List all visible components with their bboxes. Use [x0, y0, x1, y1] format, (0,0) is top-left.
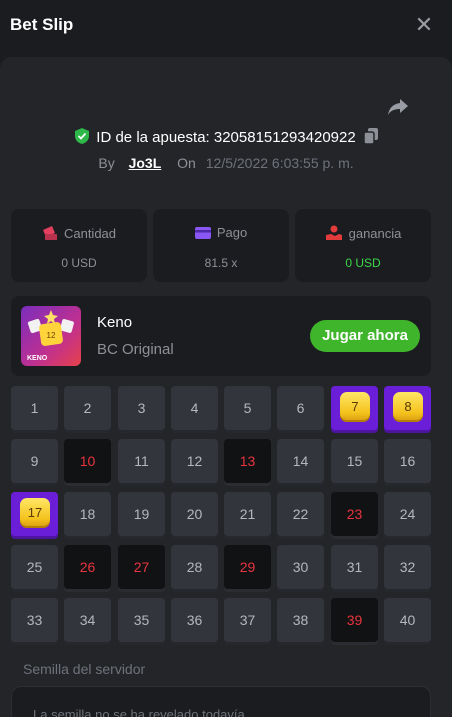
keno-cell[interactable]: 34 [64, 598, 111, 642]
keno-cell-miss[interactable]: 13 [224, 439, 271, 483]
keno-cell[interactable]: 11 [118, 439, 165, 483]
stat-payout-label-row: Pago [153, 225, 289, 240]
keno-cell-hit[interactable]: 7 [331, 386, 378, 430]
keno-cell[interactable]: 16 [384, 439, 431, 483]
keno-cell[interactable]: 22 [277, 492, 324, 536]
keno-cell[interactable]: 4 [171, 386, 218, 430]
shield-check-icon [75, 128, 90, 144]
stat-profit: ganancia 0 USD [295, 209, 431, 282]
keno-cell[interactable]: 25 [11, 545, 58, 589]
keno-cell[interactable]: 6 [277, 386, 324, 430]
bet-byline: By Jo3L On 12/5/2022 6:03:55 p. m. [0, 155, 452, 171]
keno-cell-miss[interactable]: 26 [64, 545, 111, 589]
keno-cell[interactable]: 14 [277, 439, 324, 483]
keno-cell[interactable]: 12 [171, 439, 218, 483]
keno-cell-miss[interactable]: 27 [118, 545, 165, 589]
keno-cell[interactable]: 24 [384, 492, 431, 536]
keno-cell[interactable]: 1 [11, 386, 58, 430]
username-link[interactable]: Jo3L [129, 155, 162, 171]
keno-cell[interactable]: 36 [171, 598, 218, 642]
bet-timestamp: 12/5/2022 6:03:55 p. m. [205, 155, 354, 171]
keno-cell[interactable]: 15 [331, 439, 378, 483]
keno-cell[interactable]: 40 [384, 598, 431, 642]
keno-cell[interactable]: 20 [171, 492, 218, 536]
game-name: Keno [97, 314, 133, 331]
stat-amount-label-row: Cantidad [11, 225, 147, 241]
keno-gem: 7 [340, 392, 370, 422]
play-now-button[interactable]: Jugar ahora [310, 320, 420, 352]
keno-thumbnail: 12 KENO [21, 306, 81, 366]
keno-cell[interactable]: 30 [277, 545, 324, 589]
game-provider: BC Original [97, 341, 174, 358]
close-icon[interactable]: ✕ [414, 14, 434, 36]
bet-id-row: ID de la apuesta: 32058151293420922 [0, 128, 452, 146]
by-label: By [98, 155, 115, 171]
stat-payout-label: Pago [216, 225, 248, 240]
bet-stats: Cantidad 0 USD Pago 81.5 x ganancia 0 US… [11, 209, 431, 282]
keno-cell[interactable]: 28 [171, 545, 218, 589]
keno-cell[interactable]: 5 [224, 386, 271, 430]
stat-profit-label-row: ganancia [295, 225, 431, 241]
stat-profit-label: ganancia [348, 226, 402, 241]
keno-cell[interactable]: 38 [277, 598, 324, 642]
stat-payout: Pago 81.5 x [153, 209, 289, 282]
server-seed-value: La semilla no se ha revelado todavía [33, 707, 245, 717]
stat-amount-label: Cantidad [63, 226, 117, 241]
server-seed-label: Semilla del servidor [23, 661, 146, 677]
keno-cell[interactable]: 9 [11, 439, 58, 483]
copy-icon[interactable] [363, 128, 378, 144]
keno-logo-icon: 12 KENO [27, 310, 74, 362]
keno-board: 1 2 3 4 5 6 7 8 9 10 11 12 13 14 15 16 17 18 19 20 21 22 23 24 2… [11, 386, 431, 642]
share-icon[interactable] [386, 97, 410, 117]
stat-profit-value: 0 USD [345, 256, 381, 270]
keno-cell[interactable]: 35 [118, 598, 165, 642]
keno-cell-hit[interactable]: 17 [11, 492, 58, 536]
keno-gem: 17 [20, 498, 50, 528]
card-icon [194, 227, 211, 239]
keno-gem: 8 [393, 392, 423, 422]
keno-cell[interactable]: 21 [224, 492, 271, 536]
hand-coin-icon [325, 225, 342, 240]
keno-logo-text: KENO [27, 355, 48, 362]
stat-amount: Cantidad 0 USD [11, 209, 147, 282]
keno-cell-hit[interactable]: 8 [384, 386, 431, 430]
keno-cell[interactable]: 2 [64, 386, 111, 430]
keno-cell-miss[interactable]: 29 [224, 545, 271, 589]
keno-cell[interactable]: 32 [384, 545, 431, 589]
keno-cell[interactable]: 19 [118, 492, 165, 536]
keno-cell-miss[interactable]: 10 [64, 439, 111, 483]
server-seed-field[interactable]: La semilla no se ha revelado todavía [11, 686, 431, 717]
keno-cell[interactable]: 33 [11, 598, 58, 642]
header-title: Bet Slip [10, 15, 74, 34]
keno-cell[interactable]: 18 [64, 492, 111, 536]
keno-cell[interactable]: 31 [331, 545, 378, 589]
on-label: On [177, 155, 196, 171]
stat-payout-value: 81.5 x [204, 256, 238, 270]
keno-cell[interactable]: 3 [118, 386, 165, 430]
money-icon [42, 226, 57, 240]
stat-amount-value: 0 USD [61, 256, 97, 270]
keno-cell[interactable]: 37 [224, 598, 271, 642]
bet-id-text: ID de la apuesta: 32058151293420922 [96, 129, 356, 146]
keno-logo-tile: 12 [47, 331, 56, 340]
keno-cell-miss[interactable]: 23 [331, 492, 378, 536]
bet-slip-header: Bet Slip ✕ [0, 0, 452, 52]
game-card: 12 KENO Keno BC Original Jugar ahora [11, 296, 431, 376]
keno-cell-miss[interactable]: 39 [331, 598, 378, 642]
